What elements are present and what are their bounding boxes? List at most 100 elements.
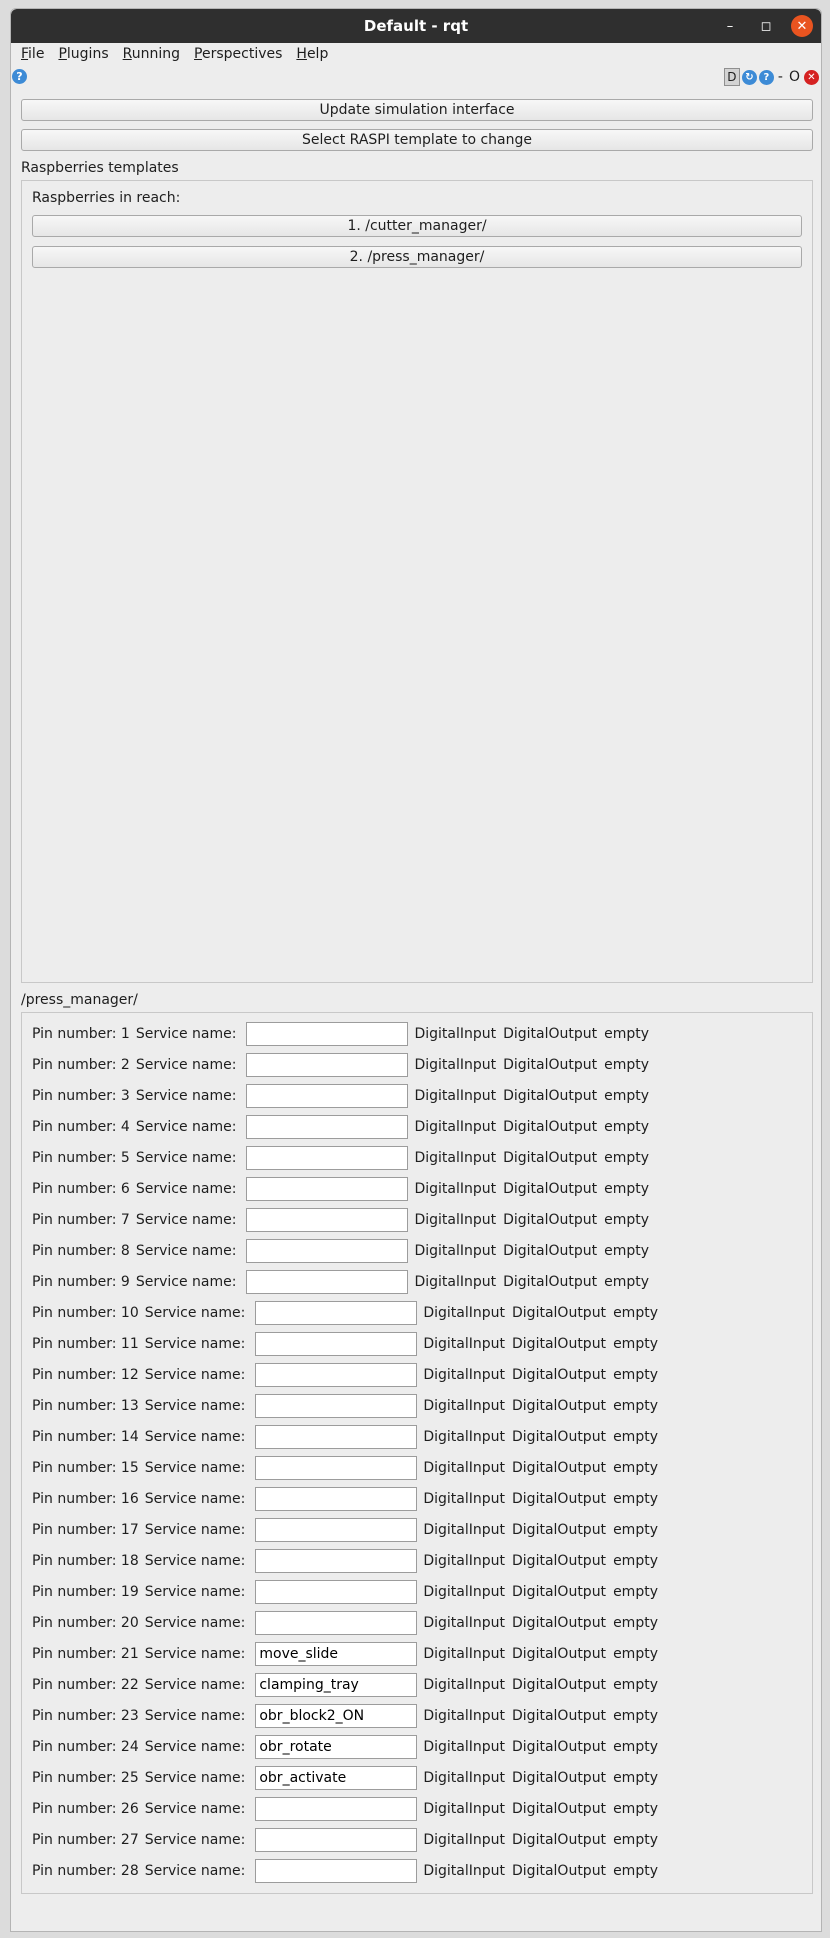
digital-input-option[interactable]: DigitalInput: [414, 1026, 496, 1042]
service-name-input[interactable]: [255, 1487, 418, 1511]
service-name-input[interactable]: [255, 1797, 418, 1821]
digital-input-option[interactable]: DigitalInput: [423, 1677, 505, 1693]
digital-output-option[interactable]: DigitalOutput: [503, 1026, 597, 1042]
digital-output-option[interactable]: DigitalOutput: [512, 1739, 606, 1755]
service-name-input[interactable]: [246, 1084, 409, 1108]
digital-input-option[interactable]: DigitalInput: [414, 1181, 496, 1197]
service-name-input[interactable]: [246, 1177, 409, 1201]
service-name-input[interactable]: [246, 1239, 409, 1263]
empty-option[interactable]: empty: [613, 1801, 658, 1817]
digital-input-option[interactable]: DigitalInput: [414, 1150, 496, 1166]
raspberry-item-button[interactable]: 1. /cutter_manager/: [32, 215, 802, 237]
title-bar[interactable]: Default - rqt – ◻ ✕: [11, 9, 821, 43]
digital-input-option[interactable]: DigitalInput: [414, 1088, 496, 1104]
empty-option[interactable]: empty: [604, 1119, 649, 1135]
service-name-input[interactable]: [246, 1115, 409, 1139]
digital-input-option[interactable]: DigitalInput: [414, 1243, 496, 1259]
update-simulation-button[interactable]: Update simulation interface: [21, 99, 813, 121]
empty-option[interactable]: empty: [604, 1181, 649, 1197]
service-name-input[interactable]: [255, 1580, 418, 1604]
empty-option[interactable]: empty: [613, 1863, 658, 1879]
service-name-input[interactable]: [255, 1549, 418, 1573]
digital-output-option[interactable]: DigitalOutput: [512, 1429, 606, 1445]
digital-output-option[interactable]: DigitalOutput: [503, 1088, 597, 1104]
digital-output-option[interactable]: DigitalOutput: [512, 1522, 606, 1538]
empty-option[interactable]: empty: [604, 1212, 649, 1228]
help-icon[interactable]: ?: [12, 69, 27, 84]
empty-option[interactable]: empty: [613, 1491, 658, 1507]
digital-input-option[interactable]: DigitalInput: [414, 1119, 496, 1135]
empty-option[interactable]: empty: [613, 1522, 658, 1538]
digital-output-option[interactable]: DigitalOutput: [503, 1212, 597, 1228]
service-name-input[interactable]: [246, 1208, 409, 1232]
minimize-icon[interactable]: –: [719, 15, 741, 37]
digital-output-option[interactable]: DigitalOutput: [512, 1646, 606, 1662]
digital-output-option[interactable]: DigitalOutput: [512, 1863, 606, 1879]
empty-option[interactable]: empty: [613, 1460, 658, 1476]
dock-minimize-button[interactable]: -: [776, 69, 785, 85]
digital-input-option[interactable]: DigitalInput: [423, 1832, 505, 1848]
digital-input-option[interactable]: DigitalInput: [423, 1491, 505, 1507]
empty-option[interactable]: empty: [613, 1739, 658, 1755]
service-name-input[interactable]: [255, 1518, 418, 1542]
dock-help-icon[interactable]: ?: [758, 69, 774, 85]
empty-option[interactable]: empty: [604, 1243, 649, 1259]
digital-output-option[interactable]: DigitalOutput: [503, 1119, 597, 1135]
menu-help[interactable]: Help: [296, 46, 328, 62]
dock-float-button[interactable]: O: [787, 69, 802, 85]
digital-output-option[interactable]: DigitalOutput: [503, 1057, 597, 1073]
service-name-input[interactable]: [255, 1766, 418, 1790]
service-name-input[interactable]: [255, 1704, 418, 1728]
empty-option[interactable]: empty: [613, 1677, 658, 1693]
digital-output-option[interactable]: DigitalOutput: [512, 1770, 606, 1786]
empty-option[interactable]: empty: [604, 1026, 649, 1042]
digital-input-option[interactable]: DigitalInput: [423, 1305, 505, 1321]
digital-output-option[interactable]: DigitalOutput: [512, 1615, 606, 1631]
empty-option[interactable]: empty: [613, 1367, 658, 1383]
service-name-input[interactable]: [255, 1301, 418, 1325]
digital-output-option[interactable]: DigitalOutput: [503, 1150, 597, 1166]
service-name-input[interactable]: [255, 1394, 418, 1418]
empty-option[interactable]: empty: [604, 1150, 649, 1166]
digital-input-option[interactable]: DigitalInput: [414, 1057, 496, 1073]
digital-input-option[interactable]: DigitalInput: [423, 1646, 505, 1662]
empty-option[interactable]: empty: [613, 1429, 658, 1445]
service-name-input[interactable]: [255, 1456, 418, 1480]
raspberry-item-button[interactable]: 2. /press_manager/: [32, 246, 802, 268]
menu-file[interactable]: File: [21, 46, 44, 62]
service-name-input[interactable]: [246, 1270, 409, 1294]
dock-close-icon[interactable]: ✕: [804, 69, 819, 85]
service-name-input[interactable]: [255, 1673, 418, 1697]
digital-input-option[interactable]: DigitalInput: [423, 1739, 505, 1755]
digital-input-option[interactable]: DigitalInput: [423, 1770, 505, 1786]
digital-input-option[interactable]: DigitalInput: [423, 1863, 505, 1879]
digital-input-option[interactable]: DigitalInput: [414, 1274, 496, 1290]
empty-option[interactable]: empty: [604, 1088, 649, 1104]
digital-output-option[interactable]: DigitalOutput: [503, 1274, 597, 1290]
service-name-input[interactable]: [255, 1425, 418, 1449]
menu-plugins[interactable]: Plugins: [58, 46, 108, 62]
digital-output-option[interactable]: DigitalOutput: [503, 1243, 597, 1259]
digital-input-option[interactable]: DigitalInput: [423, 1429, 505, 1445]
digital-input-option[interactable]: DigitalInput: [423, 1367, 505, 1383]
digital-output-option[interactable]: DigitalOutput: [512, 1460, 606, 1476]
digital-input-option[interactable]: DigitalInput: [423, 1522, 505, 1538]
digital-output-option[interactable]: DigitalOutput: [512, 1305, 606, 1321]
empty-option[interactable]: empty: [613, 1553, 658, 1569]
digital-output-option[interactable]: DigitalOutput: [512, 1398, 606, 1414]
digital-output-option[interactable]: DigitalOutput: [512, 1553, 606, 1569]
empty-option[interactable]: empty: [613, 1646, 658, 1662]
digital-input-option[interactable]: DigitalInput: [423, 1584, 505, 1600]
close-icon[interactable]: ✕: [791, 15, 813, 37]
service-name-input[interactable]: [246, 1053, 409, 1077]
digital-input-option[interactable]: DigitalInput: [423, 1708, 505, 1724]
service-name-input[interactable]: [246, 1146, 409, 1170]
service-name-input[interactable]: [255, 1735, 418, 1759]
empty-option[interactable]: empty: [604, 1057, 649, 1073]
empty-option[interactable]: empty: [613, 1832, 658, 1848]
service-name-input[interactable]: [255, 1859, 418, 1883]
empty-option[interactable]: empty: [613, 1615, 658, 1631]
digital-input-option[interactable]: DigitalInput: [414, 1212, 496, 1228]
service-name-input[interactable]: [255, 1611, 418, 1635]
service-name-input[interactable]: [255, 1363, 418, 1387]
